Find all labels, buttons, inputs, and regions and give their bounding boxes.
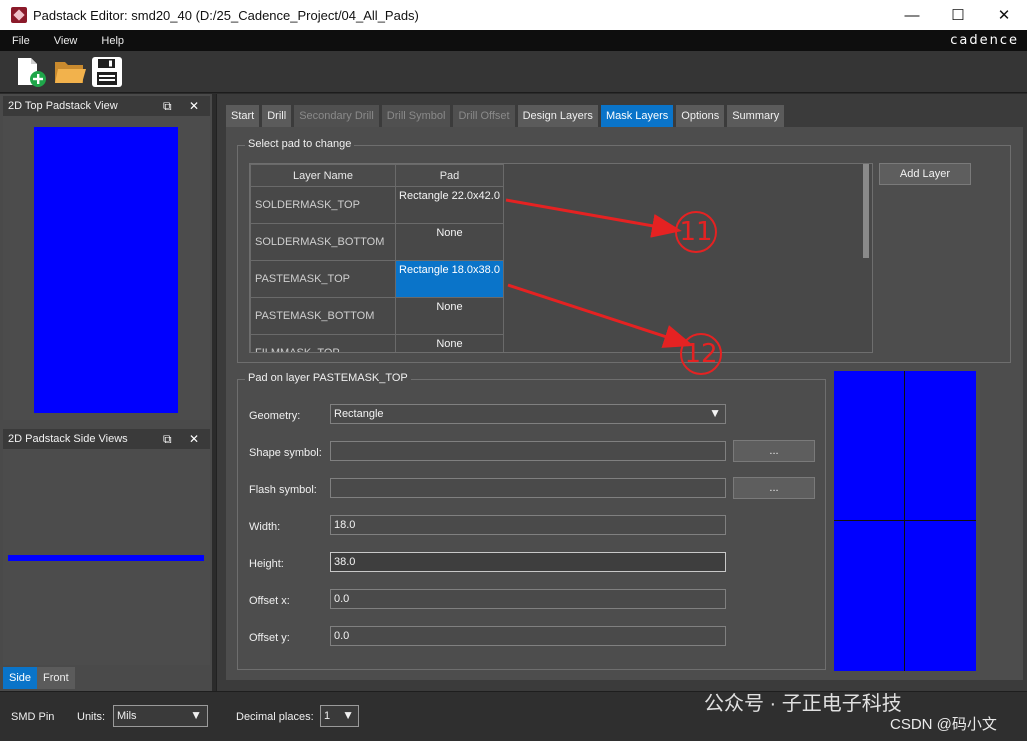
arrow-12 xyxy=(507,283,694,348)
annotation-11: 11 xyxy=(675,211,717,253)
arrow-11 xyxy=(505,198,682,238)
annotation-12: 12 xyxy=(680,333,722,375)
annotation-arrows xyxy=(505,198,694,348)
watermark-line1: 公众号 · 子正电子科技 xyxy=(704,693,902,715)
watermark-line2: CSDN @码小文 xyxy=(890,716,997,733)
